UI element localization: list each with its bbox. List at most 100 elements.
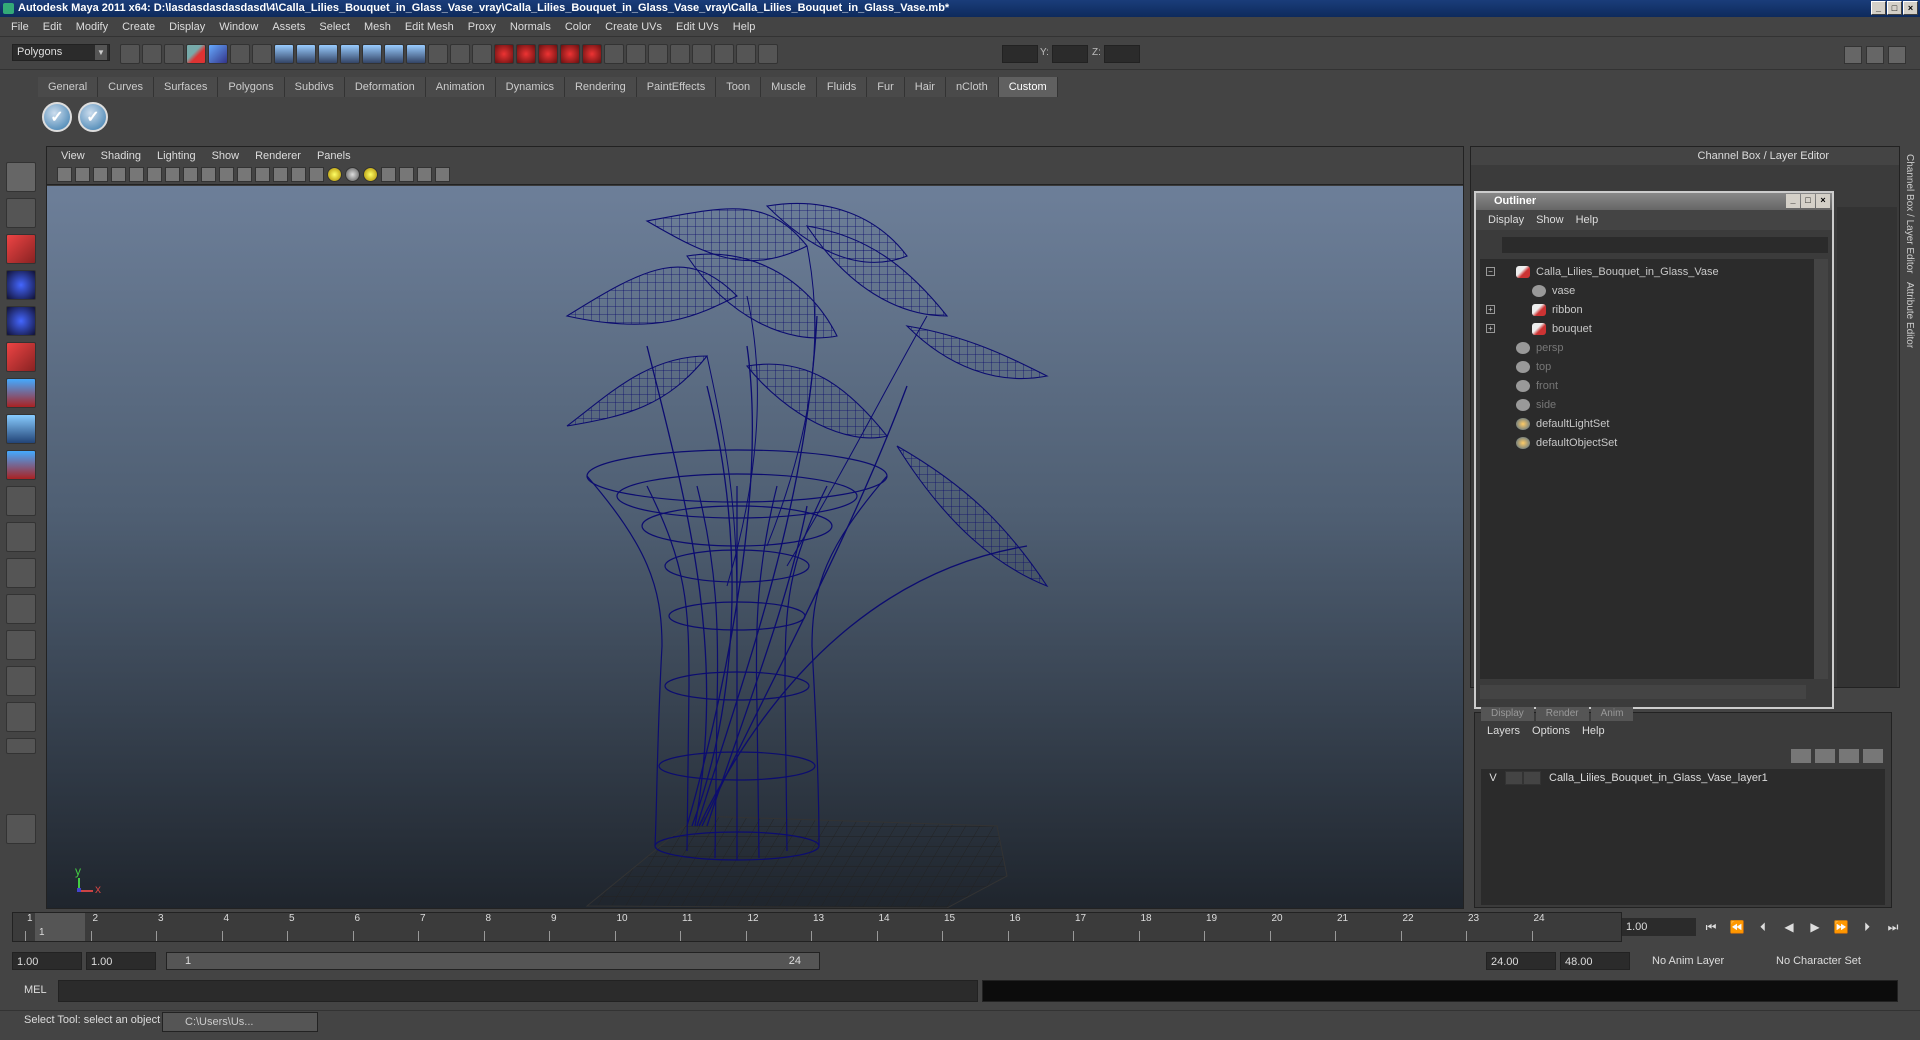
outliner-persp-layout-icon[interactable]	[6, 594, 36, 624]
render-settings-icon[interactable]	[736, 44, 756, 64]
show-manipulator-icon[interactable]	[6, 450, 36, 480]
joint-mask-icon[interactable]	[296, 44, 316, 64]
select-tool-icon[interactable]	[6, 162, 36, 192]
perspective-viewport[interactable]: View Shading Lighting Show Renderer Panels	[46, 146, 1464, 909]
toggle-tool-settings-icon[interactable]	[1866, 46, 1884, 64]
menu-select[interactable]: Select	[312, 21, 357, 33]
transform-input-icon[interactable]	[758, 44, 778, 64]
new-layer-icon[interactable]	[1839, 749, 1859, 763]
go-to-start-icon[interactable]: ⏮	[1702, 920, 1720, 936]
select-hierarchy-icon[interactable]	[186, 44, 206, 64]
tab-muscle[interactable]: Muscle	[761, 77, 817, 97]
create-tool-icon[interactable]	[6, 814, 36, 844]
tab-toon[interactable]: Toon	[716, 77, 762, 97]
toggle-channel-box-icon[interactable]	[1888, 46, 1906, 64]
filter-icon[interactable]	[252, 44, 272, 64]
universal-manipulator-icon[interactable]	[6, 378, 36, 408]
shadows-icon[interactable]	[363, 167, 378, 182]
shelf-check-icon[interactable]: ✓	[78, 102, 108, 132]
play-backwards-icon[interactable]: ◀	[1780, 920, 1798, 936]
viewport-menu-show[interactable]: Show	[204, 150, 248, 162]
new-layer-selected-icon[interactable]	[1863, 749, 1883, 763]
graph-persp-layout-icon[interactable]	[6, 630, 36, 660]
maximize-button[interactable]: □	[1801, 194, 1815, 208]
layer-color-swatch[interactable]	[1523, 771, 1541, 785]
minimize-button[interactable]: _	[1871, 1, 1886, 15]
save-scene-icon[interactable]	[164, 44, 184, 64]
time-slider[interactable]: 1 1 2 3 4 5 6 7 8 9 10 11 12 13 14 15 16 17 18 19 20 21 22 23 2…	[12, 912, 1622, 942]
tab-polygons[interactable]: Polygons	[218, 77, 285, 97]
shelf-check-icon[interactable]: ✓	[42, 102, 72, 132]
single-pane-layout-icon[interactable]	[6, 522, 36, 552]
anim-layer-selector[interactable]: No Anim Layer	[1648, 952, 1758, 970]
layer-row[interactable]: V Calla_Lilies_Bouquet_in_Glass_Vase_lay…	[1481, 769, 1885, 787]
maximize-button[interactable]: □	[1887, 1, 1902, 15]
close-button[interactable]: ×	[1903, 1, 1918, 15]
close-button[interactable]: ×	[1816, 194, 1830, 208]
toggle-attribute-editor-icon[interactable]	[1844, 46, 1862, 64]
y-coordinate-field[interactable]	[1052, 45, 1088, 63]
outliner-vertical-scrollbar[interactable]	[1814, 259, 1828, 679]
expand-toggle-icon[interactable]: +	[1486, 324, 1495, 333]
tab-ncloth[interactable]: nCloth	[945, 77, 999, 97]
move-tool-icon[interactable]	[6, 270, 36, 300]
menu-file[interactable]: File	[4, 21, 36, 33]
highlight-icon[interactable]	[472, 44, 492, 64]
menu-window[interactable]: Window	[212, 21, 265, 33]
tab-channel-box[interactable]: Channel Box / Layer Editor	[1902, 150, 1917, 278]
snap-live-icon[interactable]	[582, 44, 602, 64]
render-mask-icon[interactable]	[406, 44, 426, 64]
tab-custom[interactable]: Custom	[998, 77, 1058, 97]
menu-assets[interactable]: Assets	[265, 21, 312, 33]
misc-mask-icon[interactable]	[428, 44, 448, 64]
snap-curve-icon[interactable]	[516, 44, 536, 64]
outliner-menu-display[interactable]: Display	[1482, 214, 1530, 226]
viewport-menu-panels[interactable]: Panels	[309, 150, 359, 162]
menu-color[interactable]: Color	[558, 21, 598, 33]
go-to-end-icon[interactable]: ⏭	[1884, 920, 1902, 936]
outliner-menu-help[interactable]: Help	[1570, 214, 1605, 226]
viewport-scene[interactable]: y x	[47, 186, 1463, 909]
playback-start-field[interactable]: 1.00	[86, 952, 156, 970]
select-object-icon[interactable]	[208, 44, 228, 64]
hypershade-layout-icon[interactable]	[6, 666, 36, 696]
render-frame-icon[interactable]	[692, 44, 712, 64]
z-coordinate-field[interactable]	[1104, 45, 1140, 63]
xray-components-icon[interactable]	[435, 167, 450, 182]
menu-help[interactable]: Help	[726, 21, 763, 33]
tab-fur[interactable]: Fur	[867, 77, 905, 97]
grid-icon[interactable]	[129, 167, 144, 182]
viewport-menu-lighting[interactable]: Lighting	[149, 150, 204, 162]
menu-proxy[interactable]: Proxy	[461, 21, 503, 33]
select-component-icon[interactable]	[230, 44, 250, 64]
uv-layout-icon[interactable]	[6, 702, 36, 732]
mel-command-input[interactable]	[58, 980, 978, 1002]
menu-normals[interactable]: Normals	[503, 21, 558, 33]
menu-modify[interactable]: Modify	[69, 21, 115, 33]
layer-visibility-toggle[interactable]: V	[1481, 769, 1505, 787]
tab-dynamics[interactable]: Dynamics	[495, 77, 565, 97]
menu-create-uvs[interactable]: Create UVs	[598, 21, 669, 33]
safe-title-icon[interactable]	[237, 167, 252, 182]
move-layer-up-icon[interactable]	[1791, 749, 1811, 763]
tab-attribute-editor[interactable]: Attribute Editor	[1902, 278, 1917, 352]
bookmark-icon[interactable]	[93, 167, 108, 182]
wireframe-icon[interactable]	[255, 167, 270, 182]
step-forward-frame-icon[interactable]: ⏵	[1858, 920, 1876, 936]
four-pane-layout-icon[interactable]	[6, 558, 36, 588]
tab-display[interactable]: Display	[1481, 707, 1534, 721]
gate-mask-icon[interactable]	[183, 167, 198, 182]
menu-edit-uvs[interactable]: Edit UVs	[669, 21, 726, 33]
tab-deformation[interactable]: Deformation	[344, 77, 426, 97]
layer-playback-toggle[interactable]	[1505, 771, 1523, 785]
render-view-icon[interactable]	[670, 44, 690, 64]
soft-mod-icon[interactable]	[6, 414, 36, 444]
menu-mesh[interactable]: Mesh	[357, 21, 398, 33]
layout-more-icon[interactable]	[6, 738, 36, 754]
snap-point-icon[interactable]	[538, 44, 558, 64]
dynamics-mask-icon[interactable]	[384, 44, 404, 64]
tab-anim[interactable]: Anim	[1590, 707, 1634, 721]
camera-select-icon[interactable]	[57, 167, 72, 182]
tab-render[interactable]: Render	[1535, 707, 1589, 721]
step-back-frame-icon[interactable]: ⏴	[1754, 920, 1772, 936]
